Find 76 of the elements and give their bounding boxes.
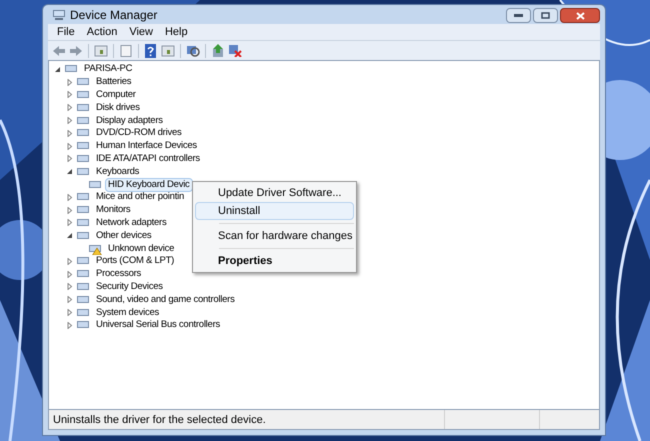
- status-text: Uninstalls the driver for the selected device.: [52, 413, 267, 428]
- device-icon: [76, 280, 90, 293]
- expand-icon[interactable]: [66, 206, 72, 214]
- tree-item[interactable]: Processors: [93, 267, 144, 282]
- expand-icon[interactable]: [66, 258, 72, 265]
- close-button[interactable]: [560, 8, 600, 23]
- expand-icon[interactable]: [66, 117, 72, 124]
- menu-item[interactable]: View: [124, 24, 158, 40]
- menu-item[interactable]: Action: [82, 24, 122, 40]
- tree-item[interactable]: Other devices: [93, 228, 154, 243]
- expand-icon[interactable]: [66, 155, 72, 162]
- tree-item[interactable]: Disk drives: [93, 100, 143, 115]
- tree-item[interactable]: Mice and other pointin: [93, 190, 187, 204]
- menu-item[interactable]: Help: [160, 24, 193, 40]
- tree-item[interactable]: Ports (COM & LPT): [93, 254, 178, 268]
- forward-icon[interactable]: [69, 44, 83, 56]
- tree-item[interactable]: Sound, video and game controllers: [93, 292, 238, 307]
- back-icon[interactable]: [52, 44, 66, 56]
- expand-icon[interactable]: [66, 78, 72, 86]
- device-icon: [76, 306, 90, 319]
- menu-item[interactable]: File: [52, 24, 80, 40]
- tree-item[interactable]: Unknown device: [105, 242, 178, 256]
- device-icon: [76, 114, 90, 127]
- device-icon: [76, 166, 90, 178]
- expand-icon[interactable]: [66, 219, 72, 226]
- tree-item[interactable]: DVD/CD-ROM drives: [93, 126, 184, 140]
- maximize-button[interactable]: [533, 8, 558, 23]
- page-icon[interactable]: [119, 44, 133, 56]
- expand-icon[interactable]: [66, 194, 72, 201]
- tree-item[interactable]: Universal Serial Bus controllers: [93, 318, 223, 332]
- tree-item[interactable]: Security Devices: [93, 280, 166, 294]
- expand-icon[interactable]: [66, 91, 72, 98]
- computer-icon: [52, 8, 66, 20]
- window-title: Device Manager: [70, 6, 158, 24]
- update-icon[interactable]: [211, 44, 225, 57]
- minimize-icon: [514, 14, 523, 17]
- tree-item[interactable]: Batteries: [93, 75, 134, 90]
- panel-icon[interactable]: [161, 44, 175, 56]
- tree-item[interactable]: Keyboards: [93, 164, 142, 179]
- expand-icon[interactable]: [66, 296, 72, 304]
- menu-option[interactable]: Update Driver Software...: [195, 184, 354, 202]
- tree-item[interactable]: System devices: [93, 306, 162, 320]
- tree-item[interactable]: PARISA-PC: [81, 62, 136, 76]
- tree-item[interactable]: Human Interface Devices: [93, 139, 200, 154]
- menu-option[interactable]: Properties: [195, 252, 354, 270]
- tree-item[interactable]: Computer: [93, 88, 139, 102]
- device-icon: [76, 102, 90, 114]
- menu-option[interactable]: Uninstall: [195, 202, 354, 220]
- collapse-icon[interactable]: [54, 66, 60, 73]
- expand-icon[interactable]: [66, 104, 72, 112]
- tree-item[interactable]: Monitors: [93, 203, 134, 218]
- device-icon: [76, 216, 90, 229]
- device-icon: [76, 152, 90, 165]
- tree-item[interactable]: Display adapters: [93, 114, 166, 128]
- collapse-icon[interactable]: [66, 232, 72, 240]
- expand-icon[interactable]: [66, 283, 72, 290]
- close-icon: [576, 12, 584, 20]
- device-icon: [76, 88, 90, 101]
- expand-icon[interactable]: [66, 270, 72, 278]
- maximize-icon: [541, 12, 550, 19]
- expand-icon[interactable]: [66, 309, 72, 316]
- uninstall-icon[interactable]: [228, 44, 242, 57]
- expand-icon[interactable]: [66, 130, 72, 137]
- minimize-button[interactable]: [506, 8, 531, 23]
- tree-item[interactable]: IDE ATA/ATAPI controllers: [93, 152, 203, 166]
- device-icon: [76, 294, 90, 306]
- menu-option[interactable]: Scan for hardware changes: [195, 227, 354, 245]
- expand-icon[interactable]: [66, 322, 72, 329]
- device-icon: [76, 230, 90, 242]
- expand-icon[interactable]: [66, 142, 72, 150]
- panel-icon[interactable]: [94, 44, 108, 56]
- tree-item[interactable]: HID Keyboard Devic: [105, 178, 193, 192]
- tree-item[interactable]: Network adapters: [93, 216, 170, 230]
- help-icon[interactable]: [144, 44, 158, 58]
- scan-icon[interactable]: [186, 44, 200, 57]
- collapse-icon[interactable]: [66, 168, 72, 176]
